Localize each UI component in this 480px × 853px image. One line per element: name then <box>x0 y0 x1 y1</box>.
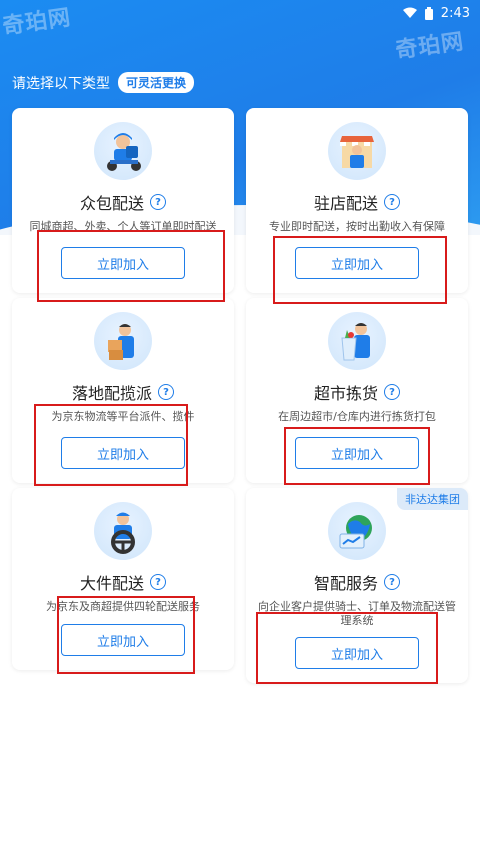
heading-text: 请选择以下类型 <box>12 75 110 92</box>
card-description: 在周边超市/仓库内进行拣货打包 <box>278 410 436 423</box>
join-button[interactable]: 立即加入 <box>61 437 185 469</box>
card-large-item-delivery[interactable]: 大件配送 ? 为京东及商超提供四轮配送服务 立即加入 <box>12 488 234 670</box>
card-title: 众包配送 <box>79 194 144 213</box>
wifi-icon <box>402 7 417 19</box>
join-button[interactable]: 立即加入 <box>295 637 419 669</box>
status-time: 2:43 <box>440 5 470 21</box>
card-last-mile-pickup[interactable]: 落地配揽派 ? 为京东物流等平台派件、揽件 立即加入 <box>12 298 234 483</box>
driver-wheel-icon <box>94 502 152 560</box>
globe-network-icon <box>328 502 386 560</box>
join-button[interactable]: 立即加入 <box>61 247 185 279</box>
battery-icon <box>424 6 433 20</box>
join-button[interactable]: 立即加入 <box>295 437 419 469</box>
card-title-row: 超市拣货 ? <box>314 380 400 404</box>
card-title-row: 落地配揽派 ? <box>72 380 174 404</box>
card-title: 超市拣货 <box>313 384 378 403</box>
card-title-row: 智配服务 ? <box>314 570 400 594</box>
card-description: 专业即时配送，按时出勤收入有保障 <box>269 220 445 233</box>
card-description: 向企业客户提供骑士、订单及物流配送管理系统 <box>258 600 456 627</box>
card-title: 驻店配送 <box>313 194 378 213</box>
flexible-badge[interactable]: 可灵活更换 <box>118 72 195 93</box>
help-icon[interactable]: ? <box>384 194 400 210</box>
parcel-courier-icon <box>94 312 152 370</box>
card-description: 为京东物流等平台派件、揽件 <box>51 410 195 423</box>
card-description: 同城商超、外卖、个人等订单即时配送 <box>29 220 217 233</box>
help-icon[interactable]: ? <box>158 384 174 400</box>
status-bar: 2:43 <box>0 0 480 26</box>
help-icon[interactable]: ? <box>150 574 166 590</box>
card-title-row: 驻店配送 ? <box>314 190 400 214</box>
card-title: 大件配送 <box>79 574 144 593</box>
join-button[interactable]: 立即加入 <box>295 247 419 279</box>
storefront-courier-icon <box>328 122 386 180</box>
help-icon[interactable]: ? <box>150 194 166 210</box>
card-smart-dispatch-service[interactable]: 非达达集团 智配服务 ? 向企业客户提供骑士、订单及物流配送管理系统 立即加入 <box>246 488 468 683</box>
card-title-row: 众包配送 ? <box>80 190 166 214</box>
grocery-bag-icon <box>328 312 386 370</box>
card-title: 落地配揽派 <box>71 384 152 403</box>
card-description: 为京东及商超提供四轮配送服务 <box>46 600 200 613</box>
card-supermarket-picking[interactable]: 超市拣货 ? 在周边超市/仓库内进行拣货打包 立即加入 <box>246 298 468 483</box>
card-title-row: 大件配送 ? <box>80 570 166 594</box>
heading: 请选择以下类型 可灵活更换 <box>12 72 195 93</box>
join-button[interactable]: 立即加入 <box>61 624 185 656</box>
card-in-store-delivery[interactable]: 驻店配送 ? 专业即时配送，按时出勤收入有保障 立即加入 <box>246 108 468 293</box>
card-title: 智配服务 <box>313 574 378 593</box>
non-dada-group-tag: 非达达集团 <box>397 488 468 510</box>
help-icon[interactable]: ? <box>384 574 400 590</box>
help-icon[interactable]: ? <box>384 384 400 400</box>
courier-scooter-icon <box>94 122 152 180</box>
card-crowdsource-delivery[interactable]: 众包配送 ? 同城商超、外卖、个人等订单即时配送 立即加入 <box>12 108 234 293</box>
